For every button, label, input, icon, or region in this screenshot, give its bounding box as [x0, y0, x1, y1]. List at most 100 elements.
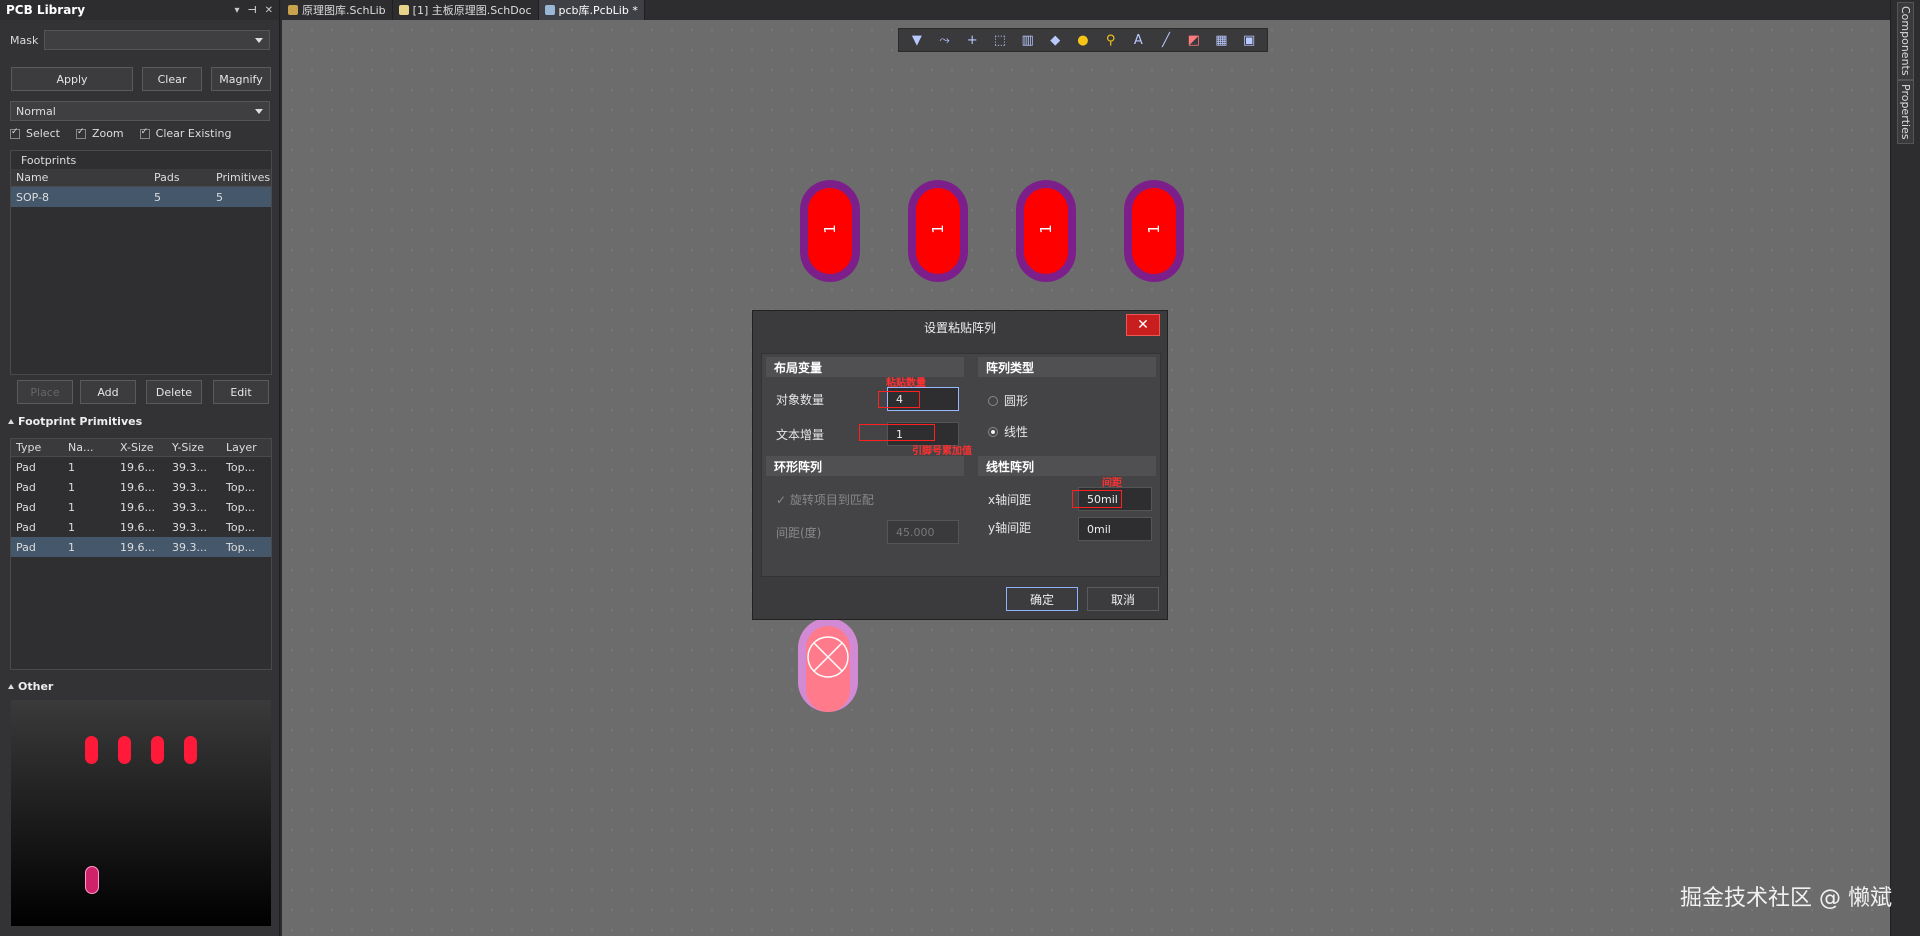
radio-linear[interactable]: 线性: [988, 423, 1028, 440]
active-bar: ▼ ⤳ + ⬚ ▥ ◆ ● ⚲ A ╱ ◩ ▦ ▣: [898, 28, 1268, 52]
ok-button[interactable]: 确定: [1006, 587, 1078, 611]
primitive-y: 39.3...: [172, 500, 207, 514]
text-icon[interactable]: A: [1129, 33, 1147, 48]
place-button[interactable]: Place: [17, 380, 73, 404]
clear-existing-checkbox[interactable]: Clear Existing: [139, 127, 232, 140]
primitive-layer: Top...: [226, 480, 256, 494]
cancel-button[interactable]: 取消: [1087, 587, 1159, 611]
select-checkbox[interactable]: Select: [10, 127, 60, 140]
via-icon[interactable]: ⚲: [1102, 33, 1120, 48]
primitive-x: 19.6...: [120, 480, 155, 494]
primitive-layer: Top...: [226, 460, 256, 474]
col-layer[interactable]: Layer: [221, 441, 271, 454]
spacing-deg-input[interactable]: 45.000: [887, 520, 959, 544]
preview-pad: [85, 736, 98, 764]
highlight-box: [878, 391, 920, 408]
table-row[interactable]: Pad 1 19.6... 39.3... Top...: [11, 517, 271, 537]
primitive-y: 39.3...: [172, 460, 207, 474]
delete-button[interactable]: Delete: [146, 380, 202, 404]
panel-menu-icon[interactable]: ▾: [234, 5, 239, 16]
mask-combo[interactable]: [44, 30, 270, 50]
select-rect-icon[interactable]: ⬚: [991, 33, 1009, 48]
filter-icon[interactable]: ▼: [908, 33, 926, 48]
primitive-name: 1: [68, 520, 75, 534]
pad-being-placed[interactable]: [798, 618, 858, 712]
radio-circular-label: 圆形: [1004, 394, 1029, 408]
zoom-checkbox[interactable]: Zoom: [75, 127, 124, 140]
primitive-layer: Top...: [226, 540, 256, 554]
pad-label: 1: [929, 224, 947, 234]
primitives-section-title[interactable]: Footprint Primitives: [8, 415, 142, 428]
primitive-name: 1: [68, 460, 75, 474]
watermark: 掘金技术社区 @ 懒斌: [1680, 886, 1892, 911]
radio-linear-label: 线性: [1004, 425, 1029, 439]
close-icon[interactable]: ✕: [1126, 314, 1160, 336]
mask-label: Mask: [10, 33, 39, 47]
properties-panel-tab[interactable]: Properties: [1897, 80, 1914, 144]
spacing-deg-label: 间距(度): [776, 526, 822, 540]
components-panel-tab[interactable]: Components: [1897, 2, 1914, 80]
pad[interactable]: 1: [1124, 180, 1184, 282]
pad[interactable]: 1: [908, 180, 968, 282]
y-spacing-input[interactable]: 0mil: [1078, 517, 1152, 541]
footprint-pads: 5: [154, 190, 161, 204]
radio-circular[interactable]: 圆形: [988, 392, 1028, 409]
footprint-primitives: 5: [216, 190, 223, 204]
mode-value: Normal: [16, 104, 56, 118]
right-panel-strip: Components Properties: [1890, 0, 1920, 936]
highlight-box: [859, 424, 935, 441]
pad-label: 1: [821, 224, 839, 234]
other-title: Other: [18, 680, 54, 693]
primitive-name: 1: [68, 480, 75, 494]
x-spacing-label: x轴间距: [988, 493, 1032, 507]
region-icon[interactable]: ◩: [1185, 33, 1203, 48]
other-section-title[interactable]: Other: [8, 680, 53, 693]
chevron-down-icon: [255, 109, 263, 114]
table-row[interactable]: Pad 1 19.6... 39.3... Top...: [11, 457, 271, 477]
document-tabs: 原理图库.SchLib [1] 主板原理图.SchDoc pcb库.PcbLib…: [282, 0, 1920, 20]
image-icon[interactable]: ▣: [1240, 33, 1258, 48]
clear-button[interactable]: Clear: [142, 67, 202, 91]
line-icon[interactable]: ╱: [1157, 33, 1175, 48]
table-row[interactable]: Pad 1 19.6... 39.3... Top...: [11, 477, 271, 497]
component-icon[interactable]: ◆: [1046, 33, 1064, 48]
align-icon[interactable]: ▥: [1019, 33, 1037, 48]
table-row[interactable]: Pad 1 19.6... 39.3... Top...: [11, 497, 271, 517]
table-row[interactable]: SOP-8 5 5: [11, 187, 271, 207]
tab-schlib[interactable]: 原理图库.SchLib: [282, 0, 393, 20]
tab-pcblib[interactable]: pcb库.PcbLib *: [538, 0, 645, 20]
primitive-y: 39.3...: [172, 540, 207, 554]
footprints-header: Name Pads Primitives: [11, 169, 271, 187]
col-pads[interactable]: Pads: [149, 171, 211, 184]
table-row[interactable]: Pad 1 19.6... 39.3... Top...: [11, 537, 271, 557]
crosshair-icon[interactable]: +: [963, 33, 981, 48]
rotate-checkbox[interactable]: ✓ 旋转项目到匹配: [776, 491, 874, 508]
preview-pad: [184, 736, 197, 764]
chart-icon[interactable]: ▦: [1212, 33, 1230, 48]
pad-icon[interactable]: ●: [1074, 33, 1092, 48]
col-type[interactable]: Type: [11, 441, 63, 454]
tab-schdoc[interactable]: [1] 主板原理图.SchDoc: [393, 0, 539, 20]
object-count-label: 对象数量: [776, 393, 825, 407]
apply-button[interactable]: Apply: [11, 67, 133, 91]
edit-button[interactable]: Edit: [213, 380, 269, 404]
col-xsize[interactable]: X-Size: [115, 441, 167, 454]
col-name[interactable]: Na...: [63, 441, 115, 454]
add-button[interactable]: Add: [80, 380, 136, 404]
pad[interactable]: 1: [800, 180, 860, 282]
radio-circle-icon: [988, 426, 998, 437]
mode-combo[interactable]: Normal: [10, 101, 270, 121]
preview-pad-ghost: [85, 866, 99, 894]
y-spacing-label: y轴间距: [988, 521, 1032, 535]
col-ysize[interactable]: Y-Size: [167, 441, 221, 454]
primitive-x: 19.6...: [120, 460, 155, 474]
close-icon[interactable]: ✕: [265, 5, 273, 16]
magnify-button[interactable]: Magnify: [211, 67, 271, 91]
pin-icon[interactable]: ⊣: [247, 5, 256, 16]
radio-circle-icon: [988, 395, 998, 406]
pad[interactable]: 1: [1016, 180, 1076, 282]
col-name[interactable]: Name: [11, 171, 149, 184]
tab-label: [1] 主板原理图.SchDoc: [412, 4, 532, 17]
col-primitives[interactable]: Primitives: [211, 171, 271, 184]
route-icon[interactable]: ⤳: [936, 33, 954, 48]
